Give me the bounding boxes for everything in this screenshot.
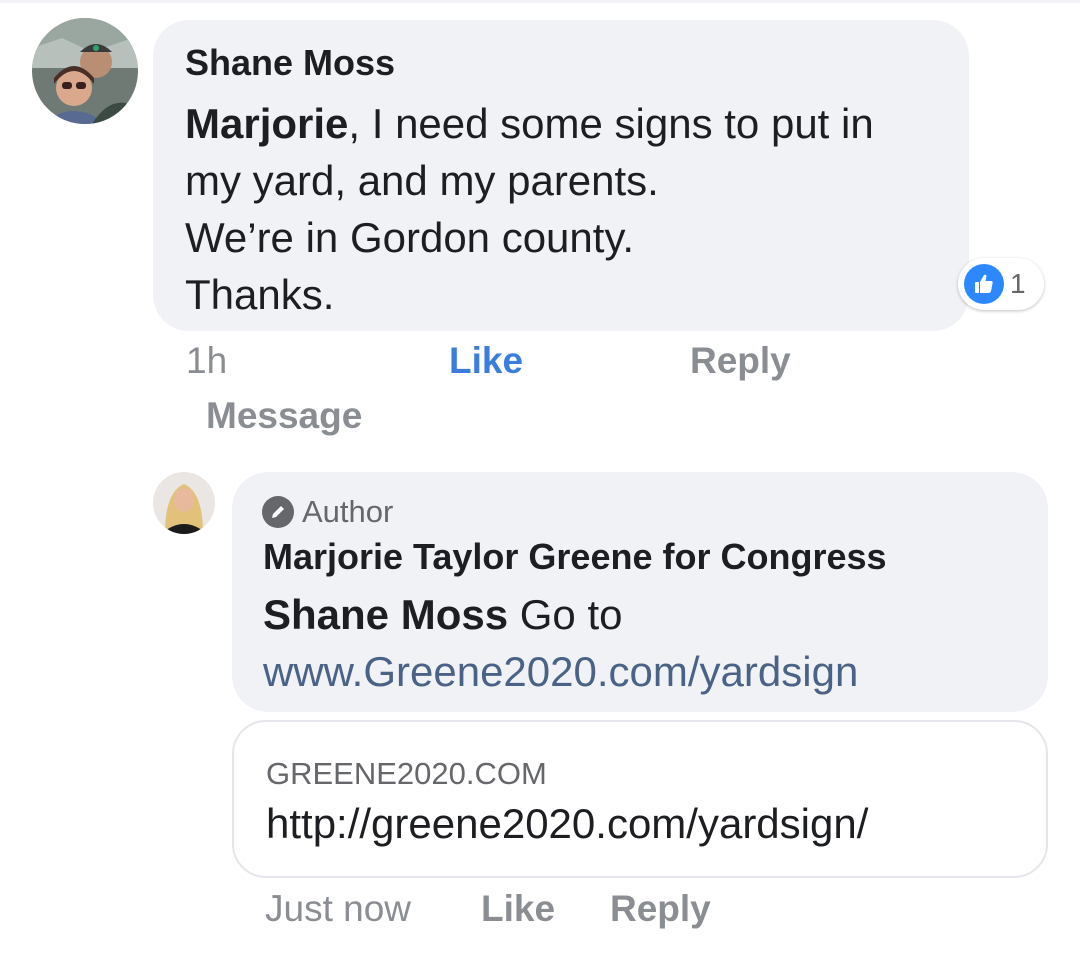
reply-bubble: Author Marjorie Taylor Greene for Congre… [232,472,1048,712]
link-preview-domain: GREENE2020.COM [266,756,547,791]
comment-line-4: Thanks. [185,271,335,318]
reaction-summary[interactable]: 1 [958,258,1044,310]
link-preview-url: http://greene2020.com/yardsign/ [266,800,869,847]
reply-text: Shane Moss Go to www.Greene2020.com/yard… [263,586,858,700]
comment-text-part: , I need some signs to put in [348,100,874,147]
reply-author-name[interactable]: Marjorie Taylor Greene for Congress [263,536,887,578]
like-button[interactable]: Like [449,340,523,382]
comment-timestamp[interactable]: 1h [186,340,227,382]
mention-link[interactable]: Marjorie [185,100,348,147]
comment-text: Marjorie, I need some signs to put in my… [185,95,955,323]
reply-button[interactable]: Reply [690,340,791,382]
author-badge-label: Author [302,494,394,529]
reply-mention-link[interactable]: Shane Moss [263,591,508,638]
comment-line-1: Marjorie, I need some signs to put in [185,95,955,152]
comment-bubble: Shane Moss Marjorie, I need some signs t… [153,20,969,331]
reply-url-link[interactable]: www.Greene2020.com/yardsign [263,643,858,700]
message-button[interactable]: Message [206,395,362,437]
link-preview-card[interactable]: GREENE2020.COM http://greene2020.com/yar… [232,720,1048,878]
page-avatar[interactable] [153,472,215,534]
pencil-icon [262,496,294,528]
reaction-count: 1 [1010,268,1026,299]
reply-like-button[interactable]: Like [481,888,555,930]
top-divider [0,0,1080,3]
comment-line-3: We’re in Gordon county. [185,214,634,261]
reply-timestamp[interactable]: Just now [265,888,411,930]
comment-line-2: my yard, and my parents. [185,157,659,204]
author-badge: Author [262,494,393,530]
thumbs-up-icon [964,264,1004,304]
reply-text-part: Go to [508,591,623,638]
commenter-avatar[interactable] [32,18,138,124]
reply-reply-button[interactable]: Reply [610,888,711,930]
comment-author-name[interactable]: Shane Moss [185,42,395,84]
